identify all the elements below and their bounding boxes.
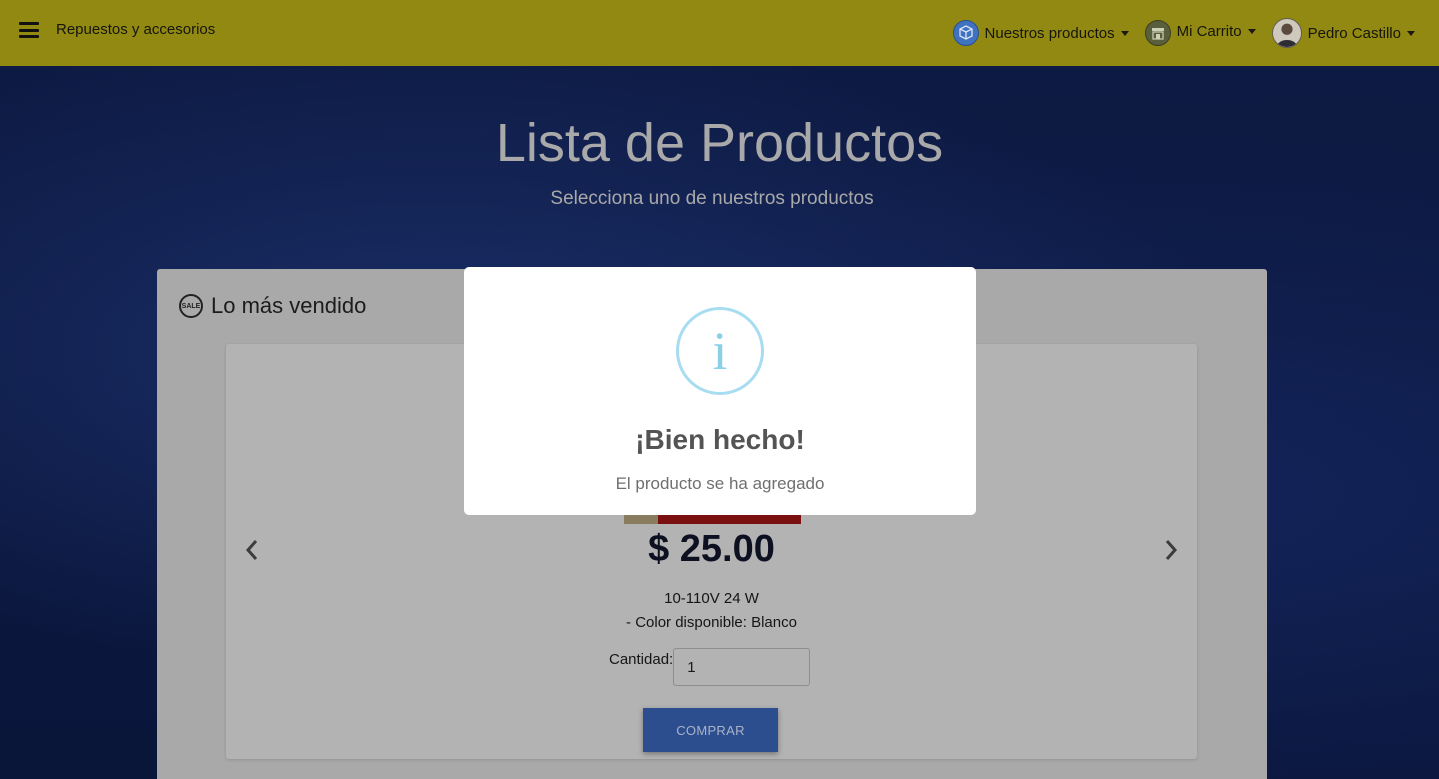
product-color: - Color disponible: Blanco	[626, 614, 797, 631]
best-sellers-heading: SALE Lo más vendido	[179, 293, 366, 319]
quantity-input[interactable]	[673, 648, 811, 686]
product-spec: 10-110V 24 W	[664, 590, 759, 607]
modal-message: El producto se ha agregado	[615, 474, 825, 493]
user-name: Pedro Castillo	[1307, 24, 1401, 42]
nav-user-dropdown[interactable]: Pedro Castillo	[1271, 18, 1415, 48]
success-modal: i ¡Bien hecho! El producto se ha agregad…	[464, 267, 976, 515]
nav-products-dropdown[interactable]: Nuestros productos	[952, 20, 1129, 46]
brand-title[interactable]: Repuestos y accesorios	[56, 21, 215, 38]
quantity-label: Cantidad:	[609, 651, 674, 668]
chevron-down-icon	[1120, 30, 1129, 36]
store-icon	[1144, 20, 1171, 46]
avatar	[1271, 18, 1302, 48]
chevron-down-icon	[1247, 28, 1256, 34]
quantity-row: Cantidad:	[609, 648, 811, 686]
best-sellers-title: Lo más vendido	[211, 293, 367, 318]
info-icon: i	[676, 307, 764, 395]
nav-products-label: Nuestros productos	[984, 24, 1115, 42]
page-subtitle: Selecciona uno de nuestros productos	[550, 188, 874, 209]
box-icon	[952, 20, 979, 46]
nav-cart-label: Mi Carrito	[1176, 22, 1242, 40]
buy-button[interactable]: COMPRAR	[643, 708, 778, 752]
nav-cart-dropdown[interactable]: Mi Carrito	[1144, 20, 1256, 46]
product-price: $ 25.00	[648, 528, 775, 570]
menu-icon[interactable]	[19, 22, 39, 38]
product-image	[624, 514, 801, 524]
top-navbar: Repuestos y accesorios Nuestros producto…	[0, 0, 1439, 66]
product-description: 10-110V 24 W - Color disponible: Blanco	[226, 587, 1197, 635]
page-title: Lista de Productos	[495, 113, 944, 173]
modal-title: ¡Bien hecho!	[635, 424, 805, 455]
chevron-down-icon	[1407, 30, 1415, 36]
nav-right: Nuestros productos Mi Carrito Pedro Cast…	[937, 0, 1415, 66]
sale-icon: SALE	[179, 294, 203, 318]
